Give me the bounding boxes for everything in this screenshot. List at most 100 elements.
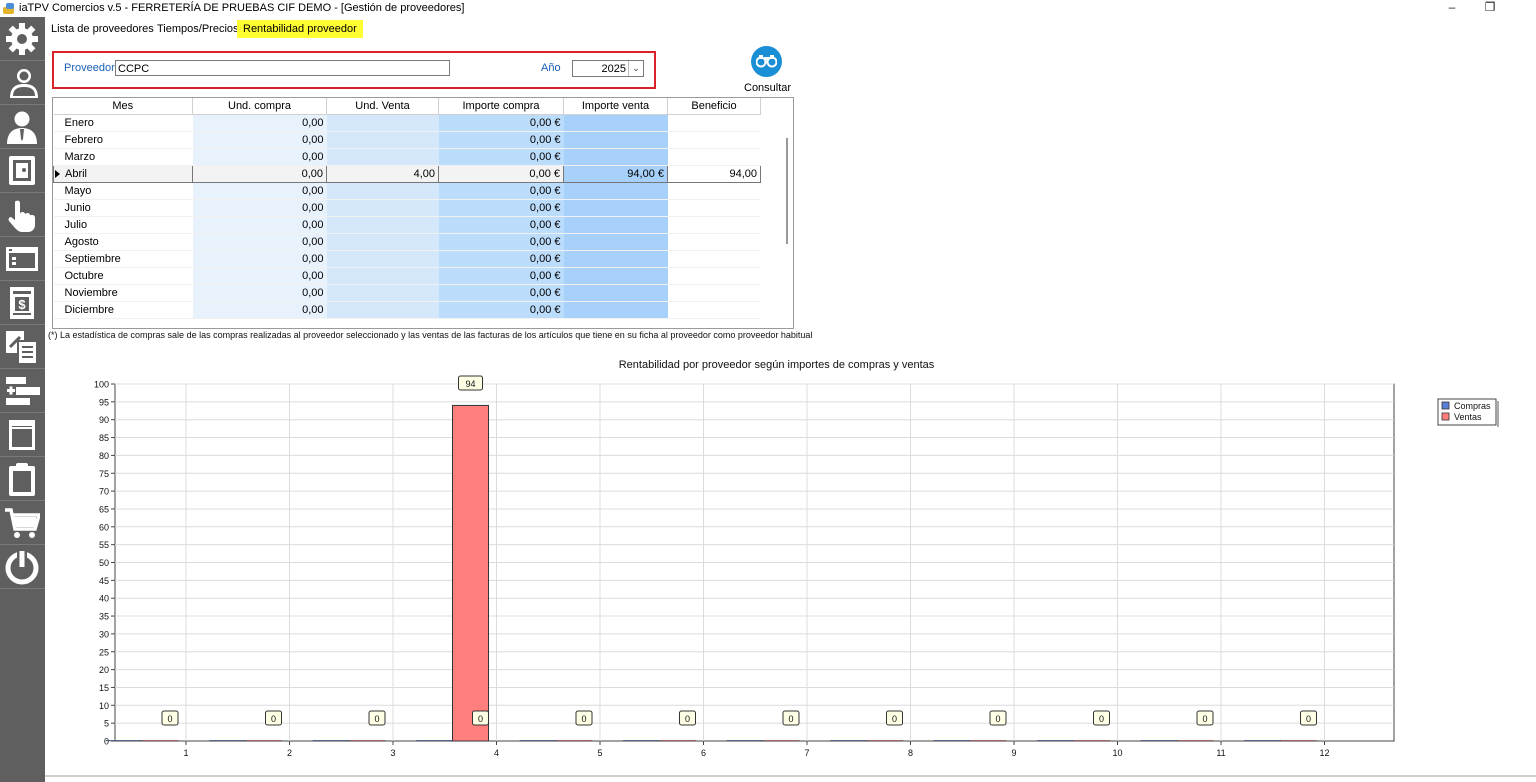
consultar-button[interactable]: Consultar bbox=[744, 46, 791, 96]
cell-mes[interactable]: Julio bbox=[53, 216, 193, 234]
cell-importe-compra[interactable]: 0,00 € bbox=[438, 233, 564, 251]
cell-importe-venta[interactable] bbox=[563, 182, 668, 200]
cell-importe-compra[interactable]: 0,00 € bbox=[438, 250, 564, 268]
table-row[interactable]: Febrero 0,00 0,00 € bbox=[53, 131, 761, 149]
cell-und-venta[interactable] bbox=[326, 216, 439, 234]
cell-mes[interactable]: Febrero bbox=[53, 131, 193, 149]
cell-mes[interactable]: Junio bbox=[53, 199, 193, 217]
cell-beneficio[interactable] bbox=[667, 114, 761, 132]
cell-und-venta[interactable]: 4,00 bbox=[326, 165, 439, 183]
cell-und-venta[interactable] bbox=[326, 199, 439, 217]
cell-und-compra[interactable]: 0,00 bbox=[192, 250, 327, 268]
sidebar-item-documents[interactable] bbox=[0, 325, 45, 369]
cell-mes[interactable]: Octubre bbox=[53, 267, 193, 285]
sidebar-item-touch[interactable] bbox=[0, 193, 45, 237]
sidebar-item-settings[interactable] bbox=[0, 17, 45, 61]
tab-tiempos-precios[interactable]: Tiempos/Precios bbox=[151, 20, 245, 38]
cell-und-venta[interactable] bbox=[326, 182, 439, 200]
cell-beneficio[interactable] bbox=[667, 233, 761, 251]
table-row[interactable]: Agosto 0,00 0,00 € bbox=[53, 233, 761, 251]
cell-importe-venta[interactable] bbox=[563, 233, 668, 251]
col-header-importe-venta[interactable]: Importe venta bbox=[563, 98, 668, 115]
cell-und-venta[interactable] bbox=[326, 301, 439, 319]
table-row[interactable]: Octubre 0,00 0,00 € bbox=[53, 267, 761, 285]
cell-und-compra[interactable]: 0,00 bbox=[192, 114, 327, 132]
cell-und-venta[interactable] bbox=[326, 284, 439, 302]
cell-mes[interactable]: Agosto bbox=[53, 233, 193, 251]
table-row[interactable]: Mayo 0,00 0,00 € bbox=[53, 182, 761, 200]
sidebar-item-purchases[interactable] bbox=[0, 501, 45, 545]
cell-importe-compra[interactable]: 0,00 € bbox=[438, 284, 564, 302]
cell-und-compra[interactable]: 0,00 bbox=[192, 199, 327, 217]
cell-mes[interactable]: Septiembre bbox=[53, 250, 193, 268]
cell-und-compra[interactable]: 0,00 bbox=[192, 216, 327, 234]
cell-und-compra[interactable]: 0,00 bbox=[192, 165, 327, 183]
cell-und-venta[interactable] bbox=[326, 131, 439, 149]
rentabilidad-grid[interactable]: Mes Und. compra Und. Venta Importe compr… bbox=[52, 97, 794, 329]
cell-und-compra[interactable]: 0,00 bbox=[192, 284, 327, 302]
col-header-und-compra[interactable]: Und. compra bbox=[192, 98, 327, 115]
chevron-down-icon[interactable]: ⌄ bbox=[628, 61, 643, 76]
cell-und-venta[interactable] bbox=[326, 148, 439, 166]
cell-und-compra[interactable]: 0,00 bbox=[192, 131, 327, 149]
cell-mes[interactable]: Enero bbox=[53, 114, 193, 132]
cell-importe-compra[interactable]: 0,00 € bbox=[438, 199, 564, 217]
cell-beneficio[interactable] bbox=[667, 284, 761, 302]
cell-importe-compra[interactable]: 0,00 € bbox=[438, 114, 564, 132]
cell-importe-compra[interactable]: 0,00 € bbox=[438, 267, 564, 285]
tab-rentabilidad-proveedor[interactable]: Rentabilidad proveedor bbox=[237, 20, 363, 38]
cell-und-venta[interactable] bbox=[326, 250, 439, 268]
cell-importe-venta[interactable] bbox=[563, 114, 668, 132]
table-row[interactable]: Noviembre 0,00 0,00 € bbox=[53, 284, 761, 302]
sidebar-item-terminal[interactable] bbox=[0, 237, 45, 281]
cell-beneficio[interactable] bbox=[667, 199, 761, 217]
cell-importe-venta[interactable] bbox=[563, 199, 668, 217]
grid-scrollbar[interactable] bbox=[786, 138, 788, 244]
sidebar-item-safe[interactable] bbox=[0, 149, 45, 193]
table-row[interactable]: Septiembre 0,00 0,00 € bbox=[53, 250, 761, 268]
table-row[interactable]: Marzo 0,00 0,00 € bbox=[53, 148, 761, 166]
cell-mes[interactable]: Abril bbox=[53, 165, 193, 183]
table-row[interactable]: Junio 0,00 0,00 € bbox=[53, 199, 761, 217]
cell-importe-compra[interactable]: 0,00 € bbox=[438, 216, 564, 234]
proveedor-input[interactable]: CCPC bbox=[115, 60, 450, 76]
cell-beneficio[interactable]: 94,00 bbox=[667, 165, 761, 183]
col-header-und-venta[interactable]: Und. Venta bbox=[326, 98, 439, 115]
cell-importe-venta[interactable] bbox=[563, 148, 668, 166]
cell-importe-venta[interactable] bbox=[563, 301, 668, 319]
cell-und-compra[interactable]: 0,00 bbox=[192, 148, 327, 166]
sidebar-item-invoices[interactable]: $ bbox=[0, 281, 45, 325]
table-row[interactable]: Enero 0,00 0,00 € bbox=[53, 114, 761, 132]
cell-importe-venta[interactable]: 94,00 € bbox=[563, 165, 668, 183]
table-row[interactable]: Diciembre 0,00 0,00 € bbox=[53, 301, 761, 319]
cell-mes[interactable]: Mayo bbox=[53, 182, 193, 200]
cell-importe-compra[interactable]: 0,00 € bbox=[438, 182, 564, 200]
cell-und-compra[interactable]: 0,00 bbox=[192, 182, 327, 200]
cell-importe-compra[interactable]: 0,00 € bbox=[438, 131, 564, 149]
cell-und-compra[interactable]: 0,00 bbox=[192, 233, 327, 251]
cell-mes[interactable]: Marzo bbox=[53, 148, 193, 166]
sidebar-item-exit[interactable] bbox=[0, 545, 45, 589]
cell-importe-venta[interactable] bbox=[563, 267, 668, 285]
sidebar-item-users[interactable] bbox=[0, 61, 45, 105]
col-header-mes[interactable]: Mes bbox=[53, 98, 193, 115]
cell-und-venta[interactable] bbox=[326, 267, 439, 285]
col-header-importe-compra[interactable]: Importe compra bbox=[438, 98, 564, 115]
cell-mes[interactable]: Diciembre bbox=[53, 301, 193, 319]
cell-importe-venta[interactable] bbox=[563, 284, 668, 302]
cell-importe-venta[interactable] bbox=[563, 131, 668, 149]
cell-beneficio[interactable] bbox=[667, 267, 761, 285]
cell-importe-compra[interactable]: 0,00 € bbox=[438, 148, 564, 166]
cell-importe-compra[interactable]: 0,00 € bbox=[438, 301, 564, 319]
cell-beneficio[interactable] bbox=[667, 131, 761, 149]
cell-beneficio[interactable] bbox=[667, 301, 761, 319]
cell-importe-venta[interactable] bbox=[563, 216, 668, 234]
sidebar-item-clients[interactable] bbox=[0, 105, 45, 149]
cell-und-venta[interactable] bbox=[326, 233, 439, 251]
cell-beneficio[interactable] bbox=[667, 148, 761, 166]
restore-button[interactable]: ❐ bbox=[1476, 0, 1504, 16]
cell-mes[interactable]: Noviembre bbox=[53, 284, 193, 302]
tab-lista-proveedores[interactable]: Lista de proveedores bbox=[45, 20, 160, 38]
cell-beneficio[interactable] bbox=[667, 182, 761, 200]
sidebar-item-panel[interactable] bbox=[0, 413, 45, 457]
